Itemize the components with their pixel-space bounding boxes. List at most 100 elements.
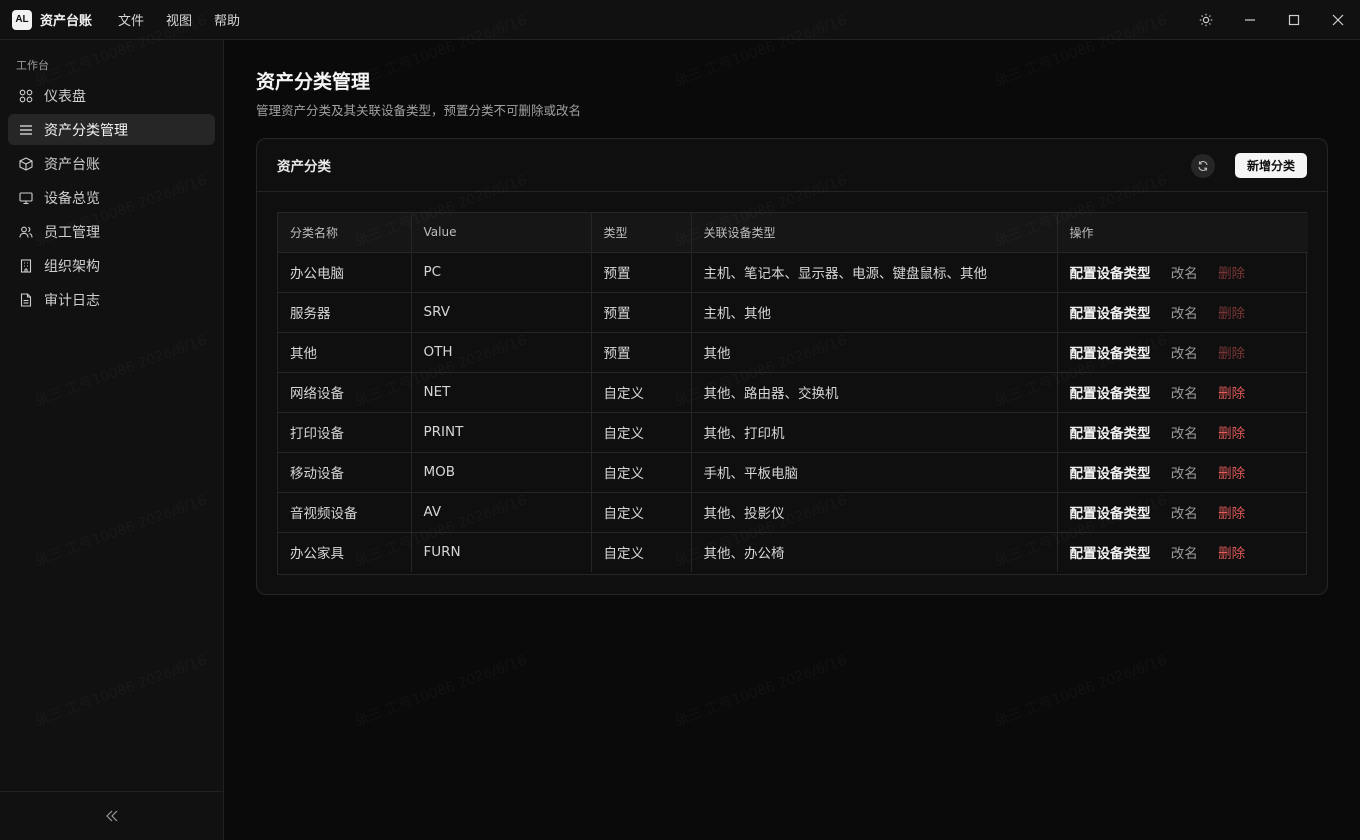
delete-button[interactable]: 删除 xyxy=(1218,546,1245,562)
refresh-button[interactable] xyxy=(1191,154,1215,178)
cell-devices: 其他、路由器、交换机 xyxy=(691,372,1058,413)
cell-actions: 配置设备类型 改名 删除 xyxy=(1057,292,1308,333)
table-row: 办公家具 FURN 自定义 其他、办公椅 配置设备类型 改名 删除 xyxy=(278,532,1308,572)
sidebar-collapse-button[interactable] xyxy=(0,791,223,840)
cell-actions: 配置设备类型 改名 删除 xyxy=(1057,532,1308,572)
cell-value: PC xyxy=(411,252,592,293)
config-device-types-button[interactable]: 配置设备类型 xyxy=(1070,506,1151,522)
sidebar-item-label: 员工管理 xyxy=(44,224,100,241)
cell-name: 音视频设备 xyxy=(278,492,412,533)
delete-button[interactable]: 删除 xyxy=(1218,346,1245,362)
sidebar-item-asset-category[interactable]: 资产分类管理 xyxy=(8,114,215,145)
cell-devices: 其他 xyxy=(691,332,1058,373)
minimize-button[interactable] xyxy=(1228,0,1272,40)
table-row: 音视频设备 AV 自定义 其他、投影仪 配置设备类型 改名 删除 xyxy=(278,492,1308,533)
cell-value: OTH xyxy=(411,332,592,373)
sidebar-item-dashboard[interactable]: 仪表盘 xyxy=(8,80,215,111)
users-icon xyxy=(19,225,33,239)
sidebar-item-device-overview[interactable]: 设备总览 xyxy=(8,182,215,213)
sidebar-item-audit-log[interactable]: 审计日志 xyxy=(8,284,215,315)
menu-file[interactable]: 文件 xyxy=(118,10,144,29)
config-device-types-button[interactable]: 配置设备类型 xyxy=(1070,426,1151,442)
cell-devices: 其他、打印机 xyxy=(691,412,1058,453)
main-content: 资产分类管理 管理资产分类及其关联设备类型，预置分类不可删除或改名 资产分类 新… xyxy=(224,40,1360,840)
menu-view[interactable]: 视图 xyxy=(166,10,192,29)
sidebar-nav: 仪表盘 资产分类管理 资产台账 设备总览 员工管理 组织架构 审计日志 xyxy=(8,80,215,318)
menu-bar: 文件 视图 帮助 xyxy=(118,10,262,29)
cell-actions: 配置设备类型 改名 删除 xyxy=(1057,372,1308,413)
cell-actions: 配置设备类型 改名 删除 xyxy=(1057,252,1308,293)
cell-value: MOB xyxy=(411,452,592,493)
delete-button[interactable]: 删除 xyxy=(1218,266,1245,282)
cell-name: 服务器 xyxy=(278,292,412,333)
cell-actions: 配置设备类型 改名 删除 xyxy=(1057,332,1308,373)
sidebar-item-asset-ledger[interactable]: 资产台账 xyxy=(8,148,215,179)
config-device-types-button[interactable]: 配置设备类型 xyxy=(1070,306,1151,322)
cell-name: 办公家具 xyxy=(278,532,412,572)
table-row: 办公电脑 PC 预置 主机、笔记本、显示器、电源、键盘鼠标、其他 配置设备类型 … xyxy=(278,252,1308,293)
rename-button[interactable]: 改名 xyxy=(1171,306,1198,322)
add-category-button[interactable]: 新增分类 xyxy=(1235,153,1307,178)
sidebar-item-label: 资产分类管理 xyxy=(44,122,128,139)
rename-button[interactable]: 改名 xyxy=(1171,386,1198,402)
cell-devices: 其他、投影仪 xyxy=(691,492,1058,533)
config-device-types-button[interactable]: 配置设备类型 xyxy=(1070,266,1151,282)
column-header-actions: 操作 xyxy=(1057,213,1308,253)
cell-devices: 手机、平板电脑 xyxy=(691,452,1058,493)
list-icon xyxy=(19,123,33,137)
table-row: 其他 OTH 预置 其他 配置设备类型 改名 删除 xyxy=(278,332,1308,373)
app-title: 资产台账 xyxy=(40,14,93,29)
maximize-button[interactable] xyxy=(1272,0,1316,40)
cell-name: 其他 xyxy=(278,332,412,373)
rename-button[interactable]: 改名 xyxy=(1171,426,1198,442)
cell-value: FURN xyxy=(411,532,592,572)
config-device-types-button[interactable]: 配置设备类型 xyxy=(1070,546,1151,562)
sidebar-item-organization[interactable]: 组织架构 xyxy=(8,250,215,281)
sidebar-item-label: 设备总览 xyxy=(44,190,100,207)
delete-button[interactable]: 删除 xyxy=(1218,426,1245,442)
title-bar: AL 资产台账 文件 视图 帮助 xyxy=(0,0,1360,40)
config-device-types-button[interactable]: 配置设备类型 xyxy=(1070,346,1151,362)
table-row: 打印设备 PRINT 自定义 其他、打印机 配置设备类型 改名 删除 xyxy=(278,412,1308,453)
theme-toggle-button[interactable] xyxy=(1184,0,1228,40)
sidebar-group-label: 工作台 xyxy=(16,59,49,72)
column-header-name: 分类名称 xyxy=(278,213,412,253)
table-row: 移动设备 MOB 自定义 手机、平板电脑 配置设备类型 改名 删除 xyxy=(278,452,1308,493)
delete-button[interactable]: 删除 xyxy=(1218,506,1245,522)
category-card: 资产分类 新增分类 分类名称 Value 类型 关联设备类型 操作 办公电脑 P… xyxy=(256,138,1328,595)
column-header-type: 类型 xyxy=(591,213,692,253)
cell-type: 自定义 xyxy=(591,412,692,453)
rename-button[interactable]: 改名 xyxy=(1171,546,1198,562)
sidebar-item-employees[interactable]: 员工管理 xyxy=(8,216,215,247)
cell-type: 预置 xyxy=(591,332,692,373)
cell-value: PRINT xyxy=(411,412,592,453)
delete-button[interactable]: 删除 xyxy=(1218,466,1245,482)
cell-name: 移动设备 xyxy=(278,452,412,493)
config-device-types-button[interactable]: 配置设备类型 xyxy=(1070,386,1151,402)
cell-actions: 配置设备类型 改名 删除 xyxy=(1057,452,1308,493)
close-button[interactable] xyxy=(1316,0,1360,40)
rename-button[interactable]: 改名 xyxy=(1171,266,1198,282)
app-logo: AL xyxy=(12,9,32,30)
cell-devices: 其他、办公椅 xyxy=(691,532,1058,572)
page-title: 资产分类管理 xyxy=(256,71,371,93)
rename-button[interactable]: 改名 xyxy=(1171,506,1198,522)
rename-button[interactable]: 改名 xyxy=(1171,346,1198,362)
rename-button[interactable]: 改名 xyxy=(1171,466,1198,482)
box-icon xyxy=(19,156,33,171)
window-controls xyxy=(1184,0,1360,40)
menu-help[interactable]: 帮助 xyxy=(214,10,240,29)
cell-devices: 主机、其他 xyxy=(691,292,1058,333)
cell-type: 自定义 xyxy=(591,532,692,572)
table-row: 网络设备 NET 自定义 其他、路由器、交换机 配置设备类型 改名 删除 xyxy=(278,372,1308,413)
delete-button[interactable]: 删除 xyxy=(1218,306,1245,322)
cell-actions: 配置设备类型 改名 删除 xyxy=(1057,492,1308,533)
table-header-row: 分类名称 Value 类型 关联设备类型 操作 xyxy=(278,213,1308,253)
delete-button[interactable]: 删除 xyxy=(1218,386,1245,402)
sidebar-item-label: 审计日志 xyxy=(44,292,100,309)
sidebar-item-label: 资产台账 xyxy=(44,156,100,173)
config-device-types-button[interactable]: 配置设备类型 xyxy=(1070,466,1151,482)
dashboard-icon xyxy=(19,89,33,103)
sidebar-item-label: 组织架构 xyxy=(44,258,100,275)
cell-value: NET xyxy=(411,372,592,413)
